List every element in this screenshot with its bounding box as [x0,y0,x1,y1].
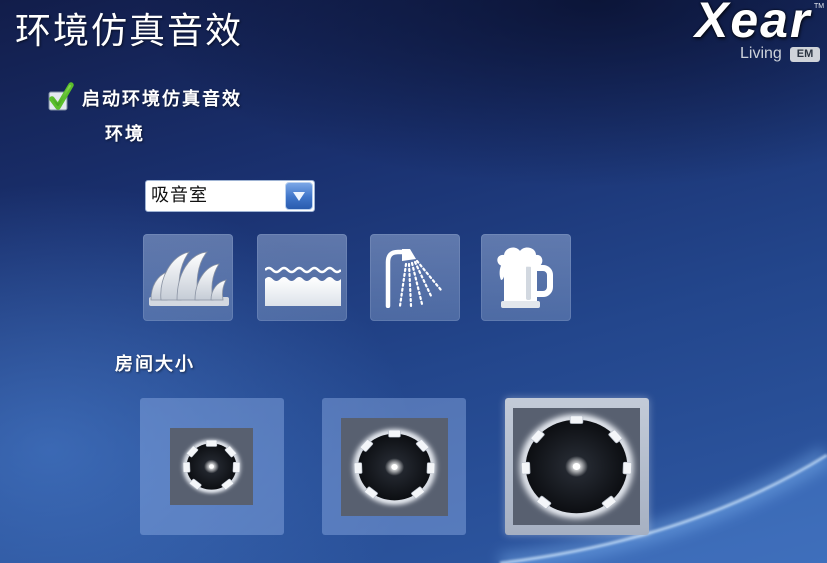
preset-pub-button[interactable] [481,234,571,321]
room-size-small-button[interactable] [140,398,284,535]
logo-brand: Xear [695,0,812,48]
dropdown-arrow-button[interactable] [285,182,313,210]
room-small-icon [170,428,253,505]
environment-label: 环境 [105,124,145,145]
beer-mug-icon [497,247,553,308]
listener-dot [209,464,214,469]
opera-house-icon [149,251,229,306]
room-size-label: 房间大小 [115,354,195,375]
enable-effect-label[interactable]: 启动环境仿真音效 [82,89,242,111]
page-title: 环境仿真音效 [15,11,244,52]
logo-product: Living [740,45,782,62]
speaker-icon [622,461,632,475]
underwater-icon [265,266,341,306]
preset-opera-house-button[interactable] [143,234,233,321]
speaker-icon [232,461,241,473]
listener-dot [572,462,581,471]
preset-underwater-button[interactable] [257,234,347,321]
enable-effect-checkbox[interactable] [46,82,74,112]
room-medium-icon [341,418,448,516]
logo-badge: EM [790,47,820,62]
shower-icon [385,249,443,308]
speaker-icon [182,461,191,473]
room-large-icon [513,408,640,525]
speaker-icon [205,440,218,447]
logo-trademark: TM [814,3,825,10]
speaker-icon [569,415,584,424]
chevron-down-icon [293,192,305,201]
speaker-icon [521,461,531,475]
room-size-large-button[interactable] [505,398,649,535]
room-size-medium-button[interactable] [322,398,466,535]
speaker-icon [426,462,436,474]
xear-logo: Xear TM Living EM [693,0,827,66]
environment-dropdown[interactable]: 吸音室 [145,180,315,212]
listener-dot [391,464,398,470]
speaker-icon [353,462,363,474]
preset-shower-button[interactable] [370,234,460,321]
environment-selected-value: 吸音室 [151,185,208,206]
speaker-icon [388,429,401,438]
